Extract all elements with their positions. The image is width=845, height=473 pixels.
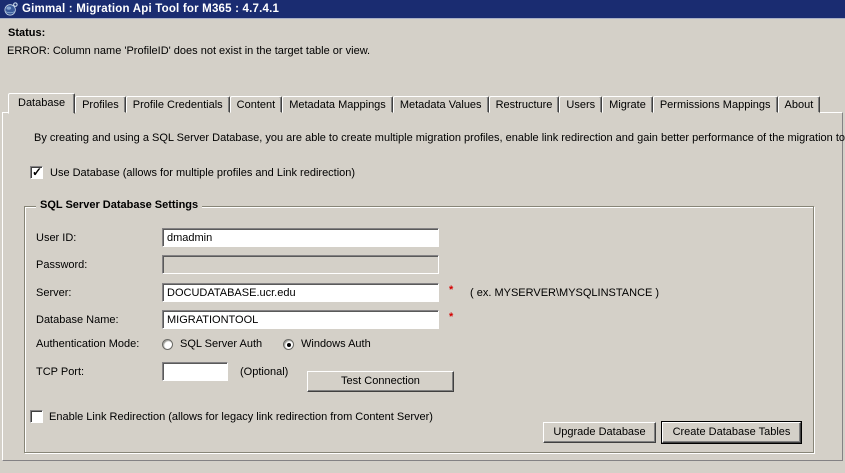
enable-link-redirection-label: Enable Link Redirection (allows for lega… [49,411,433,423]
use-database-checkbox[interactable] [30,166,43,179]
tab-about[interactable]: About [778,96,821,113]
database-tab-description: By creating and using a SQL Server Datab… [34,132,845,144]
server-input[interactable] [162,283,439,302]
enable-link-redirection-checkbox[interactable] [30,410,43,423]
tcp-port-label: TCP Port: [36,366,84,378]
database-name-label: Database Name: [36,314,119,326]
tab-database[interactable]: Database [8,93,75,114]
sql-server-auth-label: SQL Server Auth [180,338,262,350]
auth-mode-label: Authentication Mode: [36,338,139,350]
tcp-port-input[interactable] [162,362,228,381]
tab-metadata-values[interactable]: Metadata Values [393,96,489,113]
titlebar-divider [0,18,845,19]
tab-migrate[interactable]: Migrate [602,96,653,113]
upgrade-database-button[interactable]: Upgrade Database [543,422,656,443]
password-input [162,255,439,274]
server-format-hint: ( ex. MYSERVER\MYSQLINSTANCE ) [470,287,659,299]
sql-settings-group-title: SQL Server Database Settings [36,199,202,211]
user-id-label: User ID: [36,232,76,244]
user-id-input[interactable] [162,228,439,247]
app-icon [4,2,18,16]
server-required-asterisk: * [449,284,453,296]
tab-metadata-mappings[interactable]: Metadata Mappings [282,96,393,113]
password-label: Password: [36,259,87,271]
tab-strip: Database Profiles Profile Credentials Co… [8,92,820,113]
server-label: Server: [36,287,71,299]
use-database-label: Use Database (allows for multiple profil… [50,167,355,179]
tab-profiles[interactable]: Profiles [75,96,126,113]
title-bar: Gimmal : Migration Api Tool for M365 : 4… [0,0,845,18]
status-error-message: ERROR: Column name 'ProfileID' does not … [7,45,370,57]
create-database-tables-button[interactable]: Create Database Tables [662,422,801,443]
window-title: Gimmal : Migration Api Tool for M365 : 4… [22,3,279,15]
tab-restructure[interactable]: Restructure [489,96,560,113]
application-window: Gimmal : Migration Api Tool for M365 : 4… [0,0,845,473]
sql-server-auth-radio[interactable] [162,339,173,350]
test-connection-button[interactable]: Test Connection [307,371,454,392]
tab-users[interactable]: Users [559,96,602,113]
tab-permissions-mappings[interactable]: Permissions Mappings [653,96,778,113]
status-label: Status: [8,27,45,39]
windows-auth-radio[interactable] [283,339,294,350]
tab-content[interactable]: Content [230,96,283,113]
database-name-input[interactable] [162,310,439,329]
tab-profile-credentials[interactable]: Profile Credentials [126,96,230,113]
windows-auth-label: Windows Auth [301,338,371,350]
tcp-port-optional-hint: (Optional) [240,366,288,378]
database-name-required-asterisk: * [449,311,453,323]
